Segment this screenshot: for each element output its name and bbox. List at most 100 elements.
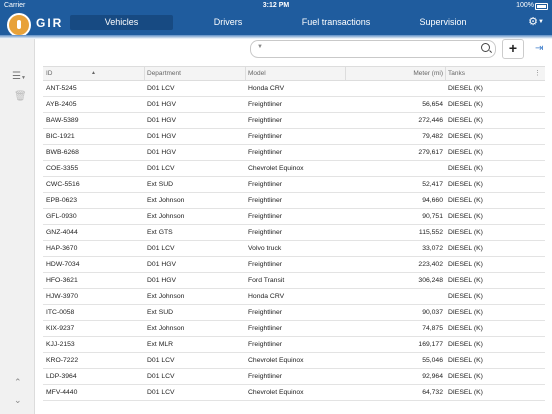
cell-department: D01 HGV — [147, 277, 177, 284]
cell-id: ITC-0058 — [46, 309, 75, 316]
cell-model: Chevrolet Equinox — [248, 357, 304, 364]
cell-tanks: DIESEL (K) — [448, 293, 483, 300]
cell-meter: 223,402 — [418, 261, 443, 268]
cell-tanks: DIESEL (K) — [448, 197, 483, 204]
cell-department: D01 LCV — [147, 165, 175, 172]
cell-department: D01 HGV — [147, 133, 177, 140]
chevron-up-icon[interactable]: ⌃ — [14, 377, 22, 388]
table-row[interactable]: GNZ-4044 Ext GTS Freightliner 115,552 DIESEL… — [43, 225, 545, 241]
cell-department: D01 LCV — [147, 85, 175, 92]
cell-id: COE-3355 — [46, 165, 79, 172]
table-row[interactable]: KRO-7222 D01 LCV Chevrolet Equinox 55,046 DI… — [43, 353, 545, 369]
cell-department: D01 HGV — [147, 117, 177, 124]
battery-icon — [535, 3, 548, 10]
table-row[interactable]: BAW-5389 D01 HGV Freightliner 272,446 DIESEL… — [43, 113, 545, 129]
cell-department: D01 LCV — [147, 389, 175, 396]
cell-model: Freightliner — [248, 133, 282, 140]
table-row[interactable]: BWB-6268 D01 HGV Freightliner 279,617 DIESEL… — [43, 145, 545, 161]
cell-department: D01 HGV — [147, 101, 177, 108]
cell-model: Freightliner — [248, 325, 282, 332]
table-row[interactable]: ITC-0058 Ext SUD Freightliner 90,037 DIESEL … — [43, 305, 545, 321]
battery-percentage: 100% — [516, 2, 534, 9]
table-row[interactable]: HJW-3970 Ext Johnson Honda CRV DIESEL (K) — [43, 289, 545, 305]
exit-icon[interactable]: ⇥ — [535, 43, 543, 54]
table-row[interactable]: EPB-0623 Ext Johnson Freightliner 94,660 DIE… — [43, 193, 545, 209]
column-header-tanks[interactable]: Tanks — [448, 67, 465, 80]
tab-drivers[interactable]: Drivers — [190, 15, 266, 30]
cell-meter: 306,248 — [418, 277, 443, 284]
cell-tanks: DIESEL (K) — [448, 389, 483, 396]
cell-meter: 64,732 — [422, 389, 443, 396]
cell-tanks: DIESEL (K) — [448, 373, 483, 380]
table-row[interactable]: HDW-7034 D01 HGV Freightliner 223,402 DIESEL… — [43, 257, 545, 273]
column-header-department[interactable]: Department — [147, 67, 181, 80]
trash-icon[interactable]: 🗑 — [14, 91, 27, 102]
cell-model: Freightliner — [248, 341, 282, 348]
table-row[interactable]: COE-3355 D01 LCV Chevrolet Equinox DIESEL (… — [43, 161, 545, 177]
cell-id: MFV-4440 — [46, 389, 78, 396]
cell-department: Ext Johnson — [147, 325, 185, 332]
cell-model: Freightliner — [248, 117, 282, 124]
column-header-id[interactable]: ID — [46, 67, 53, 80]
cell-model: Freightliner — [248, 101, 282, 108]
cell-id: HFO-3621 — [46, 277, 78, 284]
tab-supervision[interactable]: Supervision — [405, 15, 481, 30]
cell-model: Freightliner — [248, 373, 282, 380]
table-row[interactable]: MFV-4440 D01 LCV Chevrolet Equinox 64,732 DI… — [43, 385, 545, 401]
left-sidebar: ☰▼ 🗑 ⌃ ⌄ — [0, 39, 35, 414]
cell-department: Ext Johnson — [147, 293, 185, 300]
cell-id: CWC-5516 — [46, 181, 80, 188]
column-options-icon[interactable]: ⋮ — [534, 67, 541, 80]
cell-id: KRO-7222 — [46, 357, 79, 364]
cell-tanks: DIESEL (K) — [448, 85, 483, 92]
app-logo-icon — [7, 13, 31, 37]
cell-department: D01 LCV — [147, 357, 175, 364]
column-header-meter[interactable]: Meter (mi) — [345, 67, 443, 80]
tab-vehicles[interactable]: Vehicles — [70, 15, 173, 30]
table-row[interactable]: KJJ-2153 Ext MLR Freightliner 169,177 DIESEL… — [43, 337, 545, 353]
table-row[interactable]: LDP-3964 D01 LCV Freightliner 92,964 DIESEL … — [43, 369, 545, 385]
cell-model: Freightliner — [248, 149, 282, 156]
cell-id: BWB-6268 — [46, 149, 79, 156]
cell-id: KJJ-2153 — [46, 341, 75, 348]
cell-id: GNZ-4044 — [46, 229, 78, 236]
cell-id: ANT-5245 — [46, 85, 77, 92]
cell-model: Freightliner — [248, 197, 282, 204]
cell-department: Ext MLR — [147, 341, 174, 348]
cell-department: Ext SUD — [147, 181, 174, 188]
cell-meter: 33,072 — [422, 245, 443, 252]
table-row[interactable]: KIX-9237 Ext Johnson Freightliner 74,875 DIE… — [43, 321, 545, 337]
chevron-down-icon[interactable]: ⌄ — [14, 395, 22, 406]
cell-tanks: DIESEL (K) — [448, 341, 483, 348]
table-row[interactable]: BIC-1921 D01 HGV Freightliner 79,482 DIESEL … — [43, 129, 545, 145]
status-bar: Carrier 3:12 PM 100% — [0, 0, 552, 11]
cell-tanks: DIESEL (K) — [448, 245, 483, 252]
table-row[interactable]: CWC-5516 Ext SUD Freightliner 52,417 DIESEL … — [43, 177, 545, 193]
cell-meter: 55,046 — [422, 357, 443, 364]
table-row[interactable]: AYB-2405 D01 HGV Freightliner 56,654 DIESEL … — [43, 97, 545, 113]
cell-id: GFL-0930 — [46, 213, 77, 220]
topbar-gradient — [0, 35, 552, 39]
cell-model: Freightliner — [248, 213, 282, 220]
column-header-model[interactable]: Model — [248, 67, 266, 80]
filter-dropdown-icon[interactable]: ▼ — [257, 44, 263, 50]
sort-ascending-icon: ▲ — [91, 70, 96, 76]
cell-tanks: DIESEL (K) — [448, 165, 483, 172]
list-menu-icon[interactable]: ☰▼ — [12, 71, 26, 82]
settings-button[interactable]: ⚙▼ — [528, 15, 544, 28]
tab-fuel-transactions[interactable]: Fuel transactions — [290, 15, 382, 30]
search-input[interactable]: ▼ — [250, 40, 496, 58]
table-row[interactable]: HFO-3621 D01 HGV Ford Transit 306,248 DIESEL… — [43, 273, 545, 289]
cell-id: LDP-3964 — [46, 373, 77, 380]
cell-meter: 94,660 — [422, 197, 443, 204]
table-row[interactable]: GFL-0930 Ext Johnson Freightliner 90,751 DIE… — [43, 209, 545, 225]
table-header: ID ▲ Department Model Meter (mi) Tanks ⋮ — [43, 66, 545, 81]
table-row[interactable]: HAP-3670 D01 LCV Volvo truck 33,072 DIESEL (… — [43, 241, 545, 257]
table-row[interactable]: ANT-5245 D01 LCV Honda CRV DIESEL (K) — [43, 81, 545, 97]
cell-id: BAW-5389 — [46, 117, 79, 124]
cell-tanks: DIESEL (K) — [448, 213, 483, 220]
search-icon[interactable] — [481, 43, 490, 52]
cell-tanks: DIESEL (K) — [448, 149, 483, 156]
add-vehicle-button[interactable]: + — [502, 39, 524, 59]
cell-tanks: DIESEL (K) — [448, 261, 483, 268]
